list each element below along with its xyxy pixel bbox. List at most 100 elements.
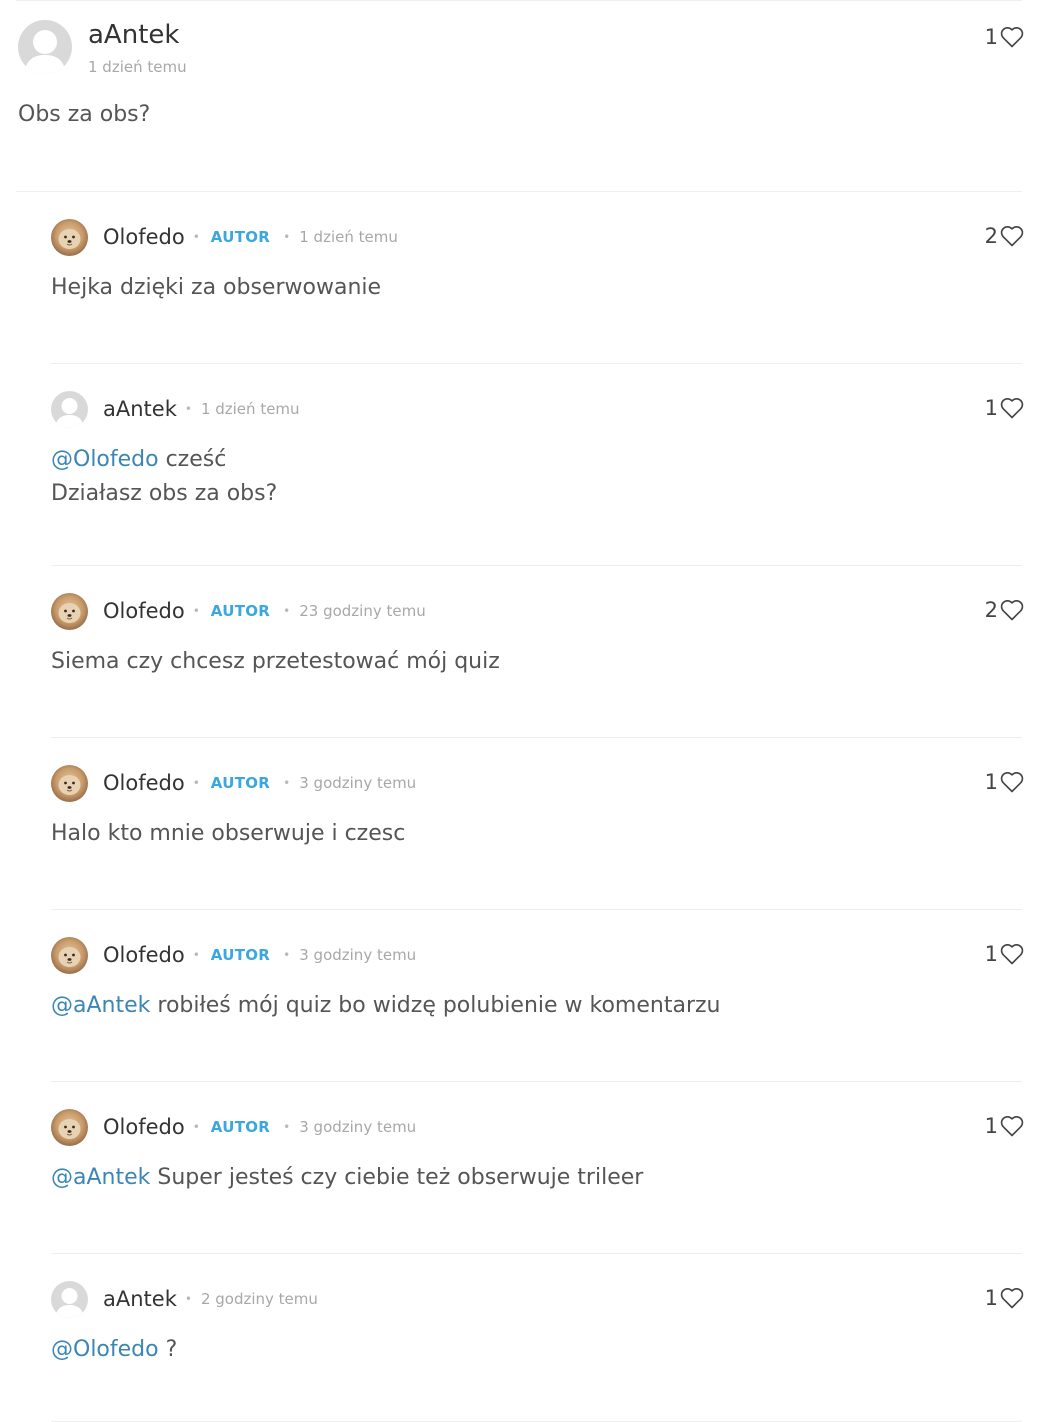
comment-author[interactable]: Olofedo (103, 225, 185, 249)
like-count: 1 (984, 770, 998, 794)
separator-dot: • (192, 604, 200, 618)
comment-timestamp: 1 dzień temu (88, 58, 187, 76)
dog-photo-avatar (51, 765, 88, 802)
heart-outline-icon (1000, 225, 1024, 247)
separator-dot: • (192, 948, 200, 962)
avatar[interactable] (51, 219, 88, 256)
like-button[interactable]: 1 (985, 940, 1024, 968)
comment-body: Siema czy chcesz przetestować mój quiz (51, 649, 500, 674)
separator-dot: • (192, 1120, 200, 1134)
comment-author[interactable]: Olofedo (103, 599, 185, 623)
comment-timestamp: 1 dzień temu (299, 228, 398, 246)
like-button[interactable]: 1 (985, 23, 1024, 51)
separator-dot: • (283, 1120, 291, 1134)
like-count: 1 (984, 1286, 998, 1310)
like-count: 1 (984, 396, 998, 420)
like-button[interactable]: 1 (985, 768, 1024, 796)
comment-body-line2: Działasz obs za obs? (51, 481, 278, 506)
comment-text: @Olofedo cześć Działasz obs za obs? (51, 443, 277, 511)
comment-body: ? (158, 1337, 178, 1362)
comment-text: Obs za obs? (18, 102, 151, 127)
like-button[interactable]: 2 (985, 222, 1024, 250)
separator-dot: • (283, 776, 291, 790)
mention-link[interactable]: @Olofedo (51, 1337, 159, 1362)
reply-comment: Olofedo • AUTOR • 23 godziny temu Siema … (0, 566, 1060, 738)
avatar[interactable] (51, 391, 88, 428)
reply-header: Olofedo • AUTOR • 23 godziny temu (103, 597, 426, 625)
default-user-avatar-icon (51, 391, 88, 428)
like-count: 1 (984, 25, 998, 49)
like-count: 2 (984, 224, 998, 248)
like-button[interactable]: 1 (985, 394, 1024, 422)
mention-link[interactable]: @Olofedo (51, 447, 159, 472)
default-user-avatar-icon (51, 1281, 88, 1318)
comment-author[interactable]: aAntek (88, 20, 179, 50)
author-badge: AUTOR (210, 602, 271, 620)
comment-body: robiłeś mój quiz bo widzę polubienie w k… (150, 993, 721, 1018)
comment-body: Hejka dzięki za obserwowanie (51, 275, 382, 300)
avatar[interactable] (51, 765, 88, 802)
comment-body: Super jesteś czy ciebie też obserwuje tr… (150, 1165, 644, 1190)
heart-outline-icon (1000, 26, 1024, 48)
dog-photo-avatar (51, 937, 88, 974)
avatar[interactable] (51, 937, 88, 974)
like-button[interactable]: 2 (985, 596, 1024, 624)
reply-comment: Olofedo • AUTOR • 3 godziny temu @aAntek… (0, 1082, 1060, 1254)
author-badge: AUTOR (210, 228, 271, 246)
separator-dot: • (184, 402, 192, 416)
dog-photo-avatar (51, 219, 88, 256)
comment-text: @aAntek Super jesteś czy ciebie też obse… (51, 1161, 643, 1195)
heart-outline-icon (1000, 397, 1024, 419)
comment-timestamp: 1 dzień temu (200, 400, 300, 418)
comment-author[interactable]: Olofedo (103, 771, 185, 795)
like-count: 2 (984, 598, 998, 622)
comment-author[interactable]: aAntek (103, 397, 177, 421)
dog-photo-avatar (51, 593, 88, 630)
like-button[interactable]: 1 (985, 1284, 1024, 1312)
reply-comment: aAntek • 1 dzień temu @Olofedo cześć Dzia… (0, 364, 1060, 566)
comment-timestamp: 2 godziny temu (200, 1290, 318, 1308)
reply-comment: Olofedo • AUTOR • 1 dzień temu Hejka dzi… (0, 192, 1060, 364)
reply-comment: Olofedo • AUTOR • 3 godziny temu @aAntek… (0, 910, 1060, 1082)
comment-body: Halo kto mnie obserwuje i czesc (51, 821, 406, 846)
like-button[interactable]: 1 (985, 1112, 1024, 1140)
separator-dot: • (283, 604, 291, 618)
default-user-avatar-icon (18, 20, 72, 74)
separator-dot: • (192, 776, 200, 790)
author-badge: AUTOR (210, 774, 271, 792)
separator-dot: • (192, 230, 200, 244)
comment-timestamp: 3 godziny temu (299, 774, 417, 792)
separator-dot: • (283, 230, 291, 244)
avatar[interactable] (51, 1109, 88, 1146)
mention-link[interactable]: @aAntek (51, 993, 150, 1018)
main-comment: aAntek 1 dzień temu Obs za obs? 1 (0, 0, 1060, 192)
like-count: 1 (984, 1114, 998, 1138)
reply-header: aAntek • 2 godziny temu (103, 1285, 318, 1313)
like-count: 1 (984, 942, 998, 966)
heart-outline-icon (1000, 771, 1024, 793)
avatar[interactable] (51, 1281, 88, 1318)
comment-author[interactable]: aAntek (103, 1287, 177, 1311)
heart-outline-icon (1000, 943, 1024, 965)
heart-outline-icon (1000, 599, 1024, 621)
comment-text: Halo kto mnie obserwuje i czesc (51, 817, 405, 851)
heart-outline-icon (1000, 1287, 1024, 1309)
author-badge: AUTOR (210, 946, 271, 964)
comment-text: @aAntek robiłeś mój quiz bo widzę polubi… (51, 989, 720, 1023)
reply-comment: aAntek • 2 godziny temu @Olofedo ? 1 (0, 1254, 1060, 1422)
comment-author[interactable]: Olofedo (103, 1115, 185, 1139)
comment-timestamp: 23 godziny temu (299, 602, 426, 620)
comment-timestamp: 3 godziny temu (299, 946, 417, 964)
comment-text: Hejka dzięki za obserwowanie (51, 271, 381, 305)
avatar[interactable] (51, 593, 88, 630)
dog-photo-avatar (51, 1109, 88, 1146)
comment-text: @Olofedo ? (51, 1333, 177, 1367)
avatar[interactable] (18, 20, 72, 74)
author-badge: AUTOR (210, 1118, 271, 1136)
heart-outline-icon (1000, 1115, 1024, 1137)
mention-link[interactable]: @aAntek (51, 1165, 150, 1190)
comment-author[interactable]: Olofedo (103, 943, 185, 967)
reply-header: Olofedo • AUTOR • 3 godziny temu (103, 769, 416, 797)
separator-dot: • (184, 1292, 192, 1306)
separator-dot: • (283, 948, 291, 962)
